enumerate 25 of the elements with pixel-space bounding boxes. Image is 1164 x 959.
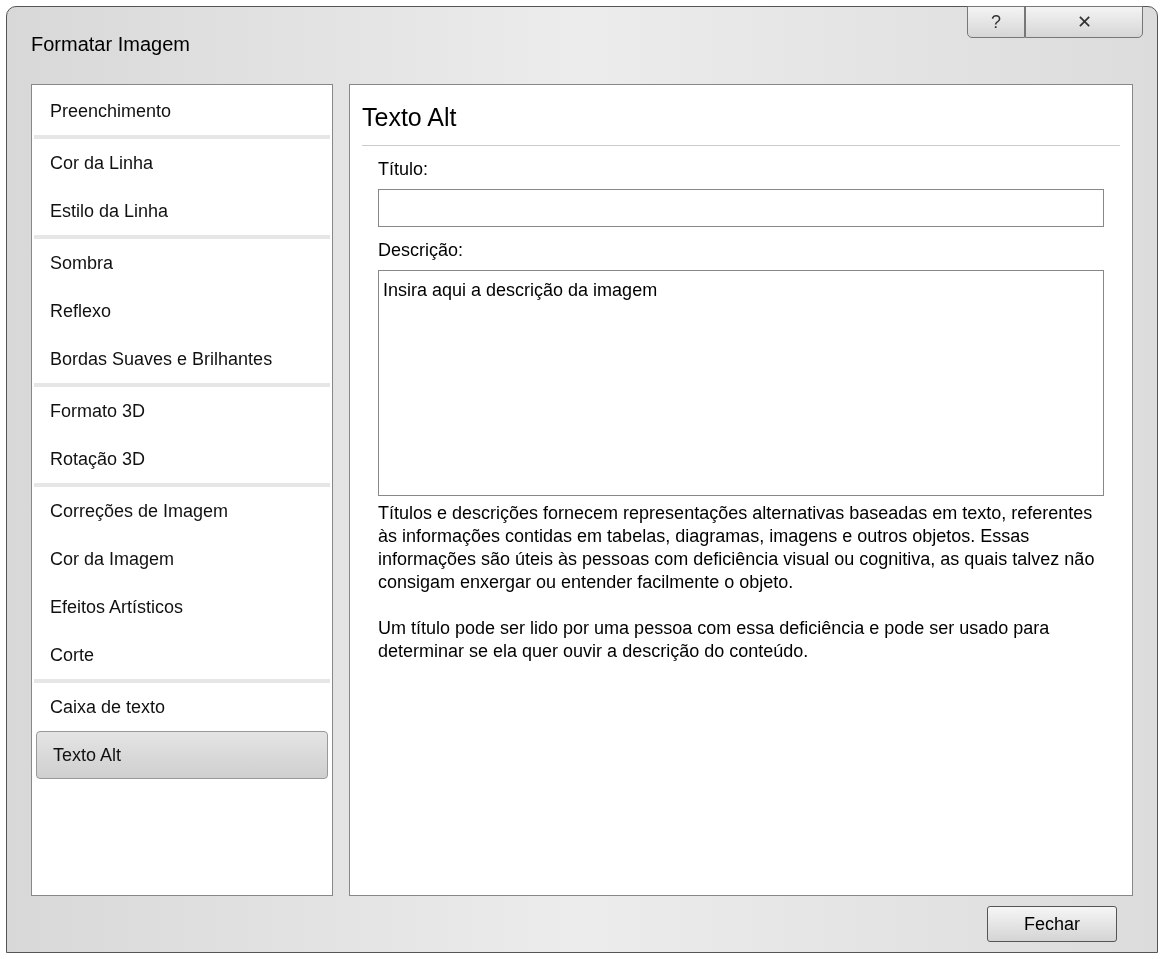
panel-heading: Texto Alt — [362, 99, 1120, 146]
category-item[interactable]: Estilo da Linha — [34, 187, 330, 236]
category-item[interactable]: Texto Alt — [36, 731, 328, 780]
category-item[interactable]: Efeitos Artísticos — [34, 583, 330, 632]
category-item[interactable]: Cor da Linha — [34, 139, 330, 188]
window-title: Formatar Imagem — [31, 32, 190, 57]
close-button[interactable]: ✕ — [1025, 6, 1143, 38]
title-field[interactable] — [378, 188, 1104, 227]
category-item[interactable]: Cor da Imagem — [34, 535, 330, 584]
description-field[interactable]: Insira aqui a descrição da imagem — [378, 269, 1104, 496]
category-item[interactable]: Reflexo — [34, 287, 330, 336]
help-paragraph: Um título pode ser lido por uma pessoa com essa deficiência e pode ser usado para determinar se ela quer ouvir a descrição do conteúdo. — [378, 616, 1051, 663]
help-paragraph: Títulos e descrições fornecem representações alternativas baseadas em texto, referentes às informações contidas em tabelas, diagramas, imagens e outros objetos. Essas informações são úteis às pessoas com deficiência visual ou cognitiva, as quais talvez não consigam enxergar ou entender facilmente o objeto. — [378, 501, 1096, 594]
help-button[interactable]: ? — [967, 6, 1025, 38]
field-label: Descrição: — [378, 238, 465, 262]
category-item[interactable]: Rotação 3D — [34, 435, 330, 484]
category-item[interactable]: Corte — [34, 631, 330, 680]
close-dialog-button[interactable]: Fechar — [987, 906, 1117, 942]
category-item[interactable]: Correções de Imagem — [34, 487, 330, 536]
category-item[interactable]: Formato 3D — [34, 387, 330, 436]
category-item[interactable]: Bordas Suaves e Brilhantes — [34, 335, 330, 384]
field-label: Título: — [378, 157, 430, 181]
category-item[interactable]: Caixa de texto — [34, 683, 330, 732]
category-item[interactable]: Preenchimento — [34, 87, 330, 136]
category-item[interactable]: Sombra — [34, 239, 330, 288]
